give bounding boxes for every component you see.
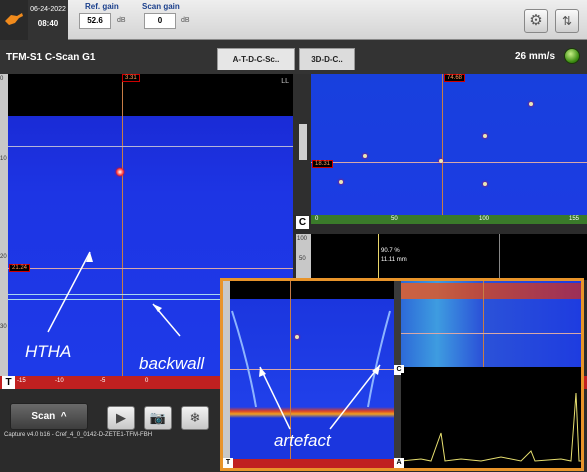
t-view-badge: T xyxy=(2,376,15,389)
scan-gain-label: Scan gain xyxy=(142,2,180,11)
h-tick: -5 xyxy=(100,378,106,384)
kangaroo-logo-icon xyxy=(5,13,23,25)
camera-icon: 📷 xyxy=(149,410,167,425)
indication-dot xyxy=(529,102,533,106)
inset-bscan xyxy=(401,281,581,367)
indication-dot xyxy=(363,154,367,158)
inset-bscan-line xyxy=(401,333,581,334)
h-tick: 0 xyxy=(315,216,319,222)
date-text: 06-24-2022 xyxy=(30,6,66,13)
cscan-top-view[interactable]: 74.68 18.31 xyxy=(311,74,587,215)
inset-cscan: artefact xyxy=(230,281,394,459)
h-tick: 0 xyxy=(145,378,149,384)
h-tick: 50 xyxy=(391,216,398,222)
indication-dot xyxy=(439,159,443,163)
title-row: TFM-S1 C-Scan G1 A-T-D-C-Sc.. 3D-D-C.. 2… xyxy=(0,40,587,74)
artefact-annotation: artefact xyxy=(274,431,331,450)
scan-speed: 26 mm/s xyxy=(515,51,556,62)
h-tick: -10 xyxy=(55,378,64,384)
inset-t-badge: T xyxy=(223,458,233,468)
amplitude-readout: 90.7 % xyxy=(381,248,400,254)
ascan-v-scale: 100 50 xyxy=(296,234,311,280)
cscan-top-h-scale: 0 50 100 155 xyxy=(311,215,587,224)
indication-dot xyxy=(483,134,487,138)
scan-button-label: Scan xyxy=(31,411,56,422)
v-tick: 30 xyxy=(0,324,7,330)
gear-icon: ⚙ xyxy=(529,12,543,29)
ascan-view[interactable]: 90.7 % 11.11 mm xyxy=(311,234,587,280)
ref-gain-input[interactable]: 52.6 xyxy=(79,13,111,29)
v-tick: 10 xyxy=(0,156,7,162)
v-tick: 0 xyxy=(0,76,4,82)
scan-mode-button[interactable]: Scan ^ xyxy=(10,403,88,430)
inset-image: artefact T C A xyxy=(220,278,584,471)
inset-ascan xyxy=(401,373,581,468)
ref-gain-unit: dB xyxy=(117,17,126,24)
v-tick: 100 xyxy=(297,236,308,242)
indication-dot xyxy=(339,180,343,184)
up-down-arrows-icon: ⇅ xyxy=(561,14,573,28)
cursor-horizontal-right[interactable] xyxy=(311,162,587,163)
inset-bscan-cursor xyxy=(483,281,484,367)
settings-button[interactable]: ⚙ xyxy=(524,9,548,33)
status-led xyxy=(564,48,580,64)
v-tick: 20 xyxy=(0,254,7,260)
divider-handle[interactable] xyxy=(299,124,307,160)
inset-h-scale xyxy=(230,459,394,468)
h-tick: 155 xyxy=(569,216,580,222)
cursor-vertical-right[interactable] xyxy=(442,74,443,215)
play-icon: ▶ xyxy=(116,410,126,425)
cscan-vertical-scale: 0 10 20 30 xyxy=(0,74,8,376)
date-time: 06-24-2022 08:40 xyxy=(28,0,68,40)
v-tick: 50 xyxy=(299,256,306,262)
tab-atdc[interactable]: A-T-D-C-Sc.. xyxy=(217,48,295,70)
cursor-x-tag-right: 74.68 xyxy=(444,74,466,82)
ascan-gate xyxy=(499,234,500,280)
indication-dot xyxy=(483,182,487,186)
h-tick: -15 xyxy=(17,378,26,384)
h-tick: 100 xyxy=(479,216,490,222)
tab-3d[interactable]: 3D-D-C.. xyxy=(299,48,355,70)
ref-gain-label: Ref. gain xyxy=(85,2,119,11)
htha-annotation: HTHA xyxy=(25,342,72,361)
snowflake-icon: ❄ xyxy=(189,410,201,425)
app-window: 06-24-2022 08:40 Ref. gain 52.6 dB Scan … xyxy=(0,0,587,472)
c-view-badge: C xyxy=(296,216,309,229)
freeze-button[interactable]: ❄ xyxy=(181,406,209,430)
backwall-annotation: backwall xyxy=(139,354,205,373)
play-button[interactable]: ▶ xyxy=(107,406,135,430)
inset-v-scale xyxy=(223,281,230,468)
cursor-y-tag-right: 18.31 xyxy=(312,160,334,168)
depth-readout: 11.11 mm xyxy=(381,257,407,263)
capture-caption: Capture v4.0 b16 - Cref_4_0_0142-D-ZETE1… xyxy=(4,432,153,438)
scan-gain-unit: dB xyxy=(181,17,190,24)
camera-button[interactable]: 📷 xyxy=(144,406,172,430)
caret-up-icon: ^ xyxy=(58,411,67,422)
ascan-cursor xyxy=(378,234,379,280)
scan-gain-input[interactable]: 0 xyxy=(144,13,176,29)
page-title: TFM-S1 C-Scan G1 xyxy=(6,52,96,63)
inset-ascan-trace xyxy=(401,392,581,462)
top-toolbar: 06-24-2022 08:40 Ref. gain 52.6 dB Scan … xyxy=(0,0,587,40)
inset-bscan-band xyxy=(401,283,581,299)
divider-scale xyxy=(293,74,311,215)
time-text: 08:40 xyxy=(37,19,59,28)
inset-a-badge: A xyxy=(394,458,404,468)
logo xyxy=(0,0,28,40)
sort-button[interactable]: ⇅ xyxy=(555,9,579,33)
